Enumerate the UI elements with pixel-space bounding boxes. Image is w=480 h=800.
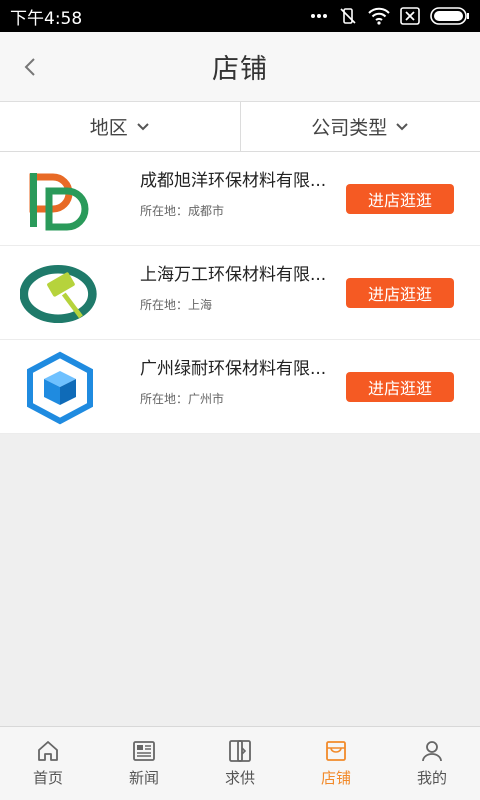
back-button[interactable]: [12, 49, 48, 85]
chevron-left-icon: [24, 58, 35, 76]
tab-store[interactable]: 店铺: [288, 727, 384, 800]
newspaper-icon: [133, 741, 155, 761]
visit-store-button[interactable]: 进店逛逛: [346, 184, 454, 214]
status-bar: 下午4:58: [0, 0, 480, 32]
tab-news-label: 新闻: [128, 769, 159, 787]
store-item[interactable]: 上海万工环保材料有限... 所在地：上海 进店逛逛: [0, 246, 480, 340]
store-name[interactable]: 上海万工环保材料有限...: [140, 260, 340, 285]
tab-news[interactable]: 新闻: [96, 727, 192, 800]
store-icon: [326, 741, 346, 761]
signal-dots-icon: [311, 14, 327, 18]
store-item[interactable]: 广州绿耐环保材料有限... 所在地：广州市 进店逛逛: [0, 340, 480, 434]
bottom-tab-bar: 首页 新闻 求供 店铺 我的: [0, 726, 480, 800]
store-location: 所在地：上海: [140, 298, 213, 312]
tab-supply-demand-label: 求供: [224, 769, 255, 787]
tab-store-label: 店铺: [320, 769, 351, 787]
store-item[interactable]: 成都旭洋环保材料有限... 所在地：成都市 进店逛逛: [0, 152, 480, 246]
store-location: 所在地：广州市: [140, 392, 225, 406]
page-title: 店铺: [212, 54, 268, 85]
filter-bar: 地区 公司类型: [0, 102, 480, 152]
wifi-icon: [368, 7, 390, 25]
no-sim-icon: [400, 7, 420, 25]
home-icon: [38, 741, 58, 761]
tab-home-label: 首页: [32, 769, 63, 787]
store-location: 所在地：成都市: [140, 204, 225, 218]
vibrate-off-icon: [340, 8, 356, 24]
store-name[interactable]: 成都旭洋环保材料有限...: [140, 166, 340, 191]
region-filter[interactable]: 地区: [0, 102, 240, 151]
battery-icon: [430, 7, 469, 25]
tab-mine[interactable]: 我的: [384, 727, 480, 800]
store-list: 成都旭洋环保材料有限... 所在地：成都市 进店逛逛 上海万工环保材料有限...…: [0, 152, 480, 434]
blue-cube-hexagon-logo-icon: [20, 350, 100, 425]
status-time: 下午4:58: [10, 8, 83, 29]
tab-home[interactable]: 首页: [0, 727, 96, 800]
store-name[interactable]: 广州绿耐环保材料有限...: [140, 354, 340, 379]
title-bar: 店铺: [0, 32, 480, 102]
status-icons: [310, 6, 470, 26]
db-letter-logo-icon: [20, 162, 100, 237]
visit-store-button[interactable]: 进店逛逛: [346, 372, 454, 402]
user-icon: [422, 741, 442, 762]
supply-demand-icon: [229, 740, 251, 762]
region-filter-label: 地区: [89, 117, 128, 139]
tab-mine-label: 我的: [416, 769, 447, 787]
tab-supply-demand[interactable]: 求供: [192, 727, 288, 800]
q-roller-logo-icon: [20, 256, 100, 331]
company-type-filter[interactable]: 公司类型: [239, 102, 480, 151]
visit-store-button[interactable]: 进店逛逛: [346, 278, 454, 308]
company-type-filter-label: 公司类型: [311, 117, 388, 139]
chevron-down-icon: [396, 122, 408, 130]
chevron-down-icon: [137, 122, 149, 130]
